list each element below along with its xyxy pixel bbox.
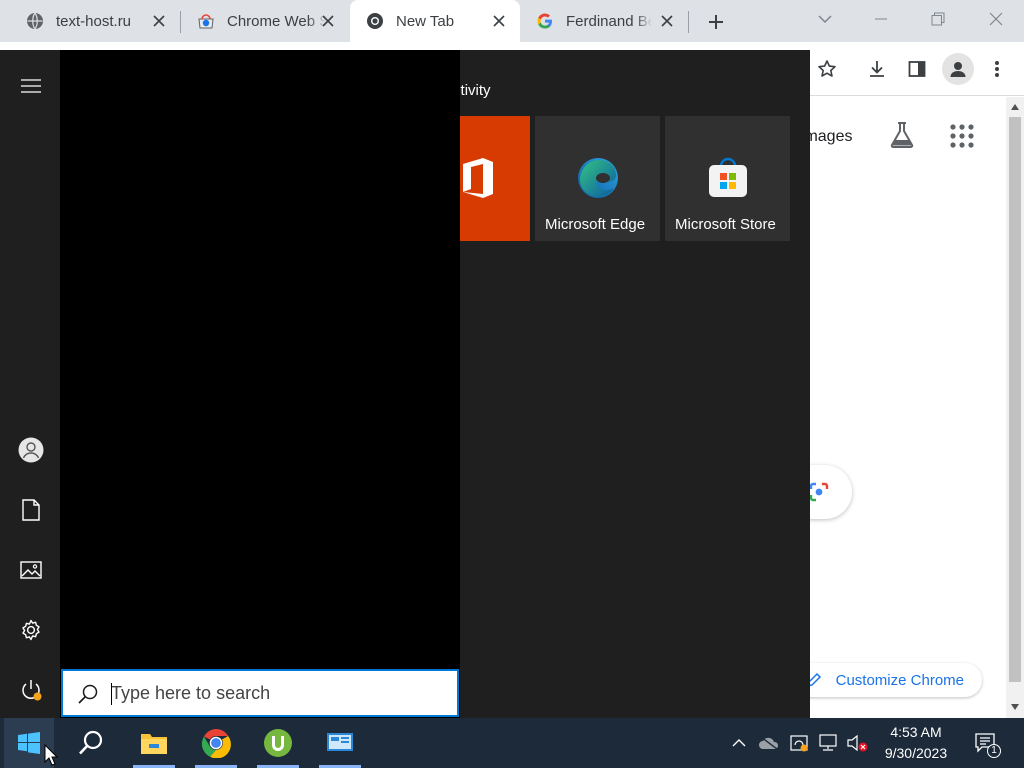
onedrive-tray-icon[interactable]: [756, 718, 782, 768]
search-icon: [79, 730, 103, 755]
downloads-button[interactable]: [861, 53, 893, 85]
google-icon: [536, 12, 554, 30]
notification-count-badge: 1: [987, 744, 1001, 758]
start-menu-rail: [0, 50, 60, 718]
tile-group-title: Productivity: [460, 82, 491, 99]
restore-icon: [931, 12, 945, 26]
start-tiles-area: Productivity Microsoft Edge: [460, 50, 810, 718]
chrome-tab-strip: text-host.ru Chrome Web Store New Tab Fe…: [0, 0, 1024, 42]
network-icon: [819, 734, 837, 751]
globe-icon: [26, 12, 44, 30]
clock-time: 4:53 AM: [890, 724, 942, 740]
taskbar-search-box[interactable]: [61, 669, 459, 717]
network-tray-icon[interactable]: [816, 718, 840, 768]
plus-icon: [709, 15, 723, 29]
google-apps-icon[interactable]: [948, 122, 976, 150]
volume-tray-icon[interactable]: [844, 718, 870, 768]
scroll-up-icon[interactable]: [1010, 102, 1020, 112]
tab-title: text-host.ru: [56, 12, 132, 30]
utorrent-taskbar-button[interactable]: [253, 718, 303, 768]
pictures-icon[interactable]: [16, 555, 46, 585]
profile-icon: [950, 62, 966, 77]
shield-warning-icon: [790, 735, 808, 752]
close-tab-icon[interactable]: [490, 12, 508, 30]
minimize-icon: [875, 18, 887, 20]
show-hidden-icons-button[interactable]: [728, 718, 750, 768]
star-icon: [818, 60, 836, 77]
start-app-list: [60, 50, 460, 718]
minimize-button[interactable]: [866, 6, 896, 32]
tab-chrome-web-store[interactable]: Chrome Web Store: [181, 0, 349, 42]
user-icon[interactable]: [16, 435, 46, 465]
taskbar: 4:53 AM 9/30/2023 1: [0, 718, 1024, 768]
close-icon: [989, 12, 1003, 26]
tab-new-tab[interactable]: New Tab: [350, 0, 520, 42]
hamburger-icon[interactable]: [16, 71, 46, 101]
scroll-down-icon[interactable]: [1010, 702, 1020, 712]
taskbar-search-button[interactable]: [66, 718, 116, 768]
chrome-taskbar-button[interactable]: [191, 718, 241, 768]
search-icon: [78, 684, 98, 704]
control-panel-taskbar-button[interactable]: [315, 718, 365, 768]
scroll-thumb[interactable]: [1009, 117, 1021, 682]
profile-button[interactable]: [942, 53, 974, 85]
chrome-web-store-icon: [197, 12, 215, 30]
bookmark-button[interactable]: [811, 53, 843, 85]
tile-label: Microsoft Store: [675, 216, 776, 233]
chevron-up-icon: [732, 739, 746, 747]
tab-title: Ferdinand Be: [566, 12, 652, 30]
tab-separator: [688, 11, 689, 33]
page-scrollbar[interactable]: [1006, 97, 1024, 718]
text-caret: [111, 683, 112, 705]
lens-icon: [809, 482, 829, 502]
close-tab-icon[interactable]: [658, 12, 676, 30]
tab-text-host[interactable]: text-host.ru: [0, 0, 180, 42]
tab-google-search[interactable]: Ferdinand Be: [520, 0, 688, 42]
edge-icon: [578, 158, 618, 198]
mouse-cursor-icon: [44, 744, 58, 766]
search-labs-icon[interactable]: [887, 120, 917, 150]
restore-button[interactable]: [923, 6, 953, 32]
start-menu: Productivity Microsoft Edge: [0, 50, 810, 718]
customize-chrome-label: Customize Chrome: [835, 671, 964, 689]
action-center-button[interactable]: 1: [968, 718, 1002, 768]
tab-title: New Tab: [396, 12, 455, 30]
settings-icon[interactable]: [16, 615, 46, 645]
file-explorer-taskbar-button[interactable]: [129, 718, 179, 768]
tab-title: Chrome Web Store: [227, 12, 327, 30]
chrome-icon: [201, 729, 231, 758]
volume-muted-icon: [847, 734, 868, 752]
more-vert-icon: [995, 61, 999, 77]
microsoft-store-tile[interactable]: Microsoft Store: [665, 116, 790, 241]
file-explorer-icon: [141, 734, 167, 754]
chrome-menu-button[interactable]: [981, 53, 1013, 85]
download-icon: [870, 61, 884, 77]
windows-logo-icon: [18, 732, 40, 754]
microsoft-edge-tile[interactable]: Microsoft Edge: [535, 116, 660, 241]
side-panel-icon: [908, 61, 926, 77]
new-tab-button[interactable]: [702, 8, 730, 36]
tab-search-button[interactable]: [810, 6, 840, 32]
documents-icon[interactable]: [16, 495, 46, 525]
store-icon: [709, 157, 747, 197]
security-tray-icon[interactable]: [787, 718, 811, 768]
clock-date: 9/30/2023: [884, 745, 948, 761]
side-panel-button[interactable]: [901, 53, 933, 85]
tile-label: Microsoft Edge: [545, 216, 646, 233]
close-tab-icon[interactable]: [319, 12, 337, 30]
close-tab-icon[interactable]: [150, 12, 168, 30]
control-panel-icon: [327, 733, 353, 751]
utorrent-icon: [264, 729, 292, 757]
chrome-icon: [366, 12, 384, 30]
office-tile[interactable]: [460, 116, 530, 241]
power-icon[interactable]: [16, 675, 46, 705]
taskbar-clock[interactable]: 4:53 AM 9/30/2023: [872, 722, 960, 764]
search-input[interactable]: [111, 671, 441, 715]
cloud-offline-icon: [759, 736, 779, 750]
close-window-button[interactable]: [981, 6, 1011, 32]
customize-chrome-button[interactable]: Customize Chrome: [790, 663, 982, 697]
chevron-down-icon: [818, 15, 832, 24]
office-icon: [463, 158, 493, 198]
